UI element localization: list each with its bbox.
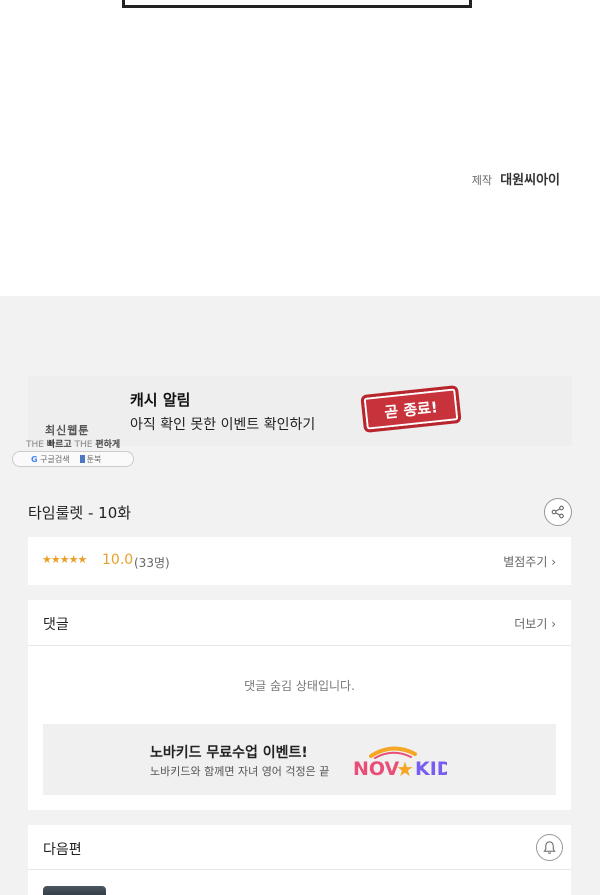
next-episode-thumbnail[interactable] (43, 886, 106, 895)
content-end-area: 제작 대원씨아이 (0, 0, 600, 296)
watermark-site: 툰북 (79, 454, 102, 465)
watermark-the: THE (26, 440, 44, 450)
panel-frame (122, 0, 472, 8)
watermark-easy: 편하게 (95, 440, 121, 450)
watermark-line1: 최신웹툰 (45, 424, 90, 437)
share-button[interactable] (544, 498, 572, 526)
comments-section: 댓글 더보기 › 댓글 숨김 상태입니다. 노바키드 무료수업 이벤트! 노바키… (28, 600, 571, 810)
rating-count: (33명) (134, 556, 170, 570)
rating-stars: ★★★★★ (42, 553, 87, 566)
next-episode-section: 다음편 (28, 825, 571, 895)
ending-soon-stamp: 곧 종료! (360, 384, 462, 434)
banner-title: 캐시 알림 (130, 391, 191, 409)
credit-value: 대원씨아이 (500, 173, 560, 188)
novakid-logo: NOV ★ KID (353, 746, 447, 778)
watermark-search: G 구글검색 (31, 454, 70, 465)
banner-subtitle: 아직 확인 못한 이벤트 확인하기 (130, 417, 316, 433)
novakid-promo-banner[interactable]: 노바키드 무료수업 이벤트! 노바키드와 함께면 자녀 영어 걱정은 끝 NOV… (43, 724, 556, 795)
watermark-the: THE (74, 440, 93, 450)
comments-hidden-notice: 댓글 숨김 상태입니다. (244, 679, 355, 693)
watermark-site-label: 툰북 (86, 454, 102, 464)
watermark-fast: 빠르고 (46, 440, 72, 450)
watermark-search-pill: G 구글검색 툰북 (12, 451, 134, 467)
next-episode-header: 다음편 (28, 825, 571, 870)
next-episode-title: 다음편 (43, 842, 82, 858)
logo-star: ★ (396, 757, 414, 778)
google-icon: G (31, 454, 38, 464)
logo-text-nov: NOV (353, 758, 400, 778)
watermark-line2: THE 빠르고 THE 편하게 (26, 437, 120, 450)
production-credit: 제작 대원씨아이 (472, 169, 560, 188)
promo-title: 노바키드 무료수업 이벤트! (150, 745, 308, 761)
promo-subtitle: 노바키드와 함께면 자녀 영어 걱정은 끝 (150, 765, 330, 778)
rating-bar: ★★★★★ 10.0 (33명) 별점주기 › (28, 537, 571, 585)
comments-title: 댓글 (43, 617, 69, 633)
book-icon (79, 455, 85, 463)
episode-title: 타임룰렛 - 10화 (28, 504, 132, 522)
bell-icon (543, 841, 556, 854)
comments-more-button[interactable]: 더보기 › (514, 615, 556, 632)
comments-header: 댓글 더보기 › (28, 600, 571, 646)
site-watermark: 최신웹툰 THE 빠르고 THE 편하게 G 구글검색 툰북 (12, 422, 134, 468)
notify-button[interactable] (536, 834, 563, 861)
rate-button[interactable]: 별점주기 › (503, 553, 556, 570)
rating-score: 10.0 (102, 552, 134, 568)
credit-label: 제작 (471, 174, 493, 187)
watermark-search-label: 구글검색 (40, 454, 70, 464)
share-icon (551, 505, 564, 519)
logo-text-kid: KID (415, 758, 447, 778)
